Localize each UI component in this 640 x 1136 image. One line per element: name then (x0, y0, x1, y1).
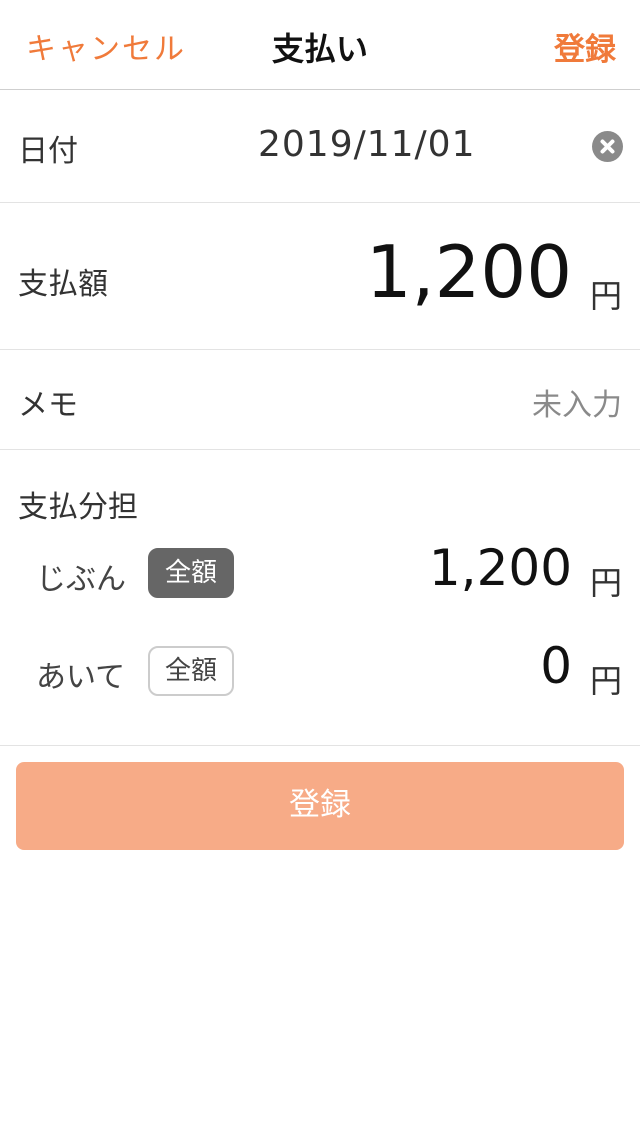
partner-full-amount-button[interactable]: 全額 (148, 646, 234, 696)
amount-value[interactable]: 1,200 (366, 229, 572, 315)
register-submit-button[interactable]: 登録 (16, 762, 624, 850)
clear-circle-icon[interactable] (592, 131, 623, 162)
self-amount-unit: 円 (589, 564, 622, 602)
split-section: 支払分担 じぶん 全額 1,200 円 あいて 全額 0 円 (0, 450, 640, 746)
register-button-top[interactable]: 登録 (554, 24, 616, 69)
memo-input[interactable]: 未入力 (532, 380, 622, 424)
navigation-bar: キャンセル 支払い 登録 (0, 0, 640, 90)
self-amount[interactable]: 1,200 (429, 538, 572, 598)
partner-amount-unit: 円 (589, 662, 622, 700)
amount-unit: 円 (589, 277, 622, 315)
amount-label: 支払額 (18, 267, 108, 302)
x-mark-icon (600, 139, 615, 154)
cancel-button[interactable]: キャンセル (26, 24, 186, 68)
memo-row[interactable]: メモ 未入力 (0, 350, 640, 450)
date-value[interactable]: 2019/11/01 (258, 124, 476, 165)
self-label: じぶん (36, 562, 126, 597)
memo-label: メモ (18, 388, 78, 423)
amount-row: 支払額 1,200 円 (0, 203, 640, 350)
date-row: 日付 2019/11/01 (0, 90, 640, 203)
self-full-amount-button[interactable]: 全額 (148, 548, 234, 598)
page-title: 支払い (271, 30, 368, 68)
split-label: 支払分担 (18, 490, 138, 525)
partner-amount[interactable]: 0 (540, 636, 572, 696)
date-label: 日付 (18, 134, 78, 169)
partner-label: あいて (36, 660, 126, 695)
